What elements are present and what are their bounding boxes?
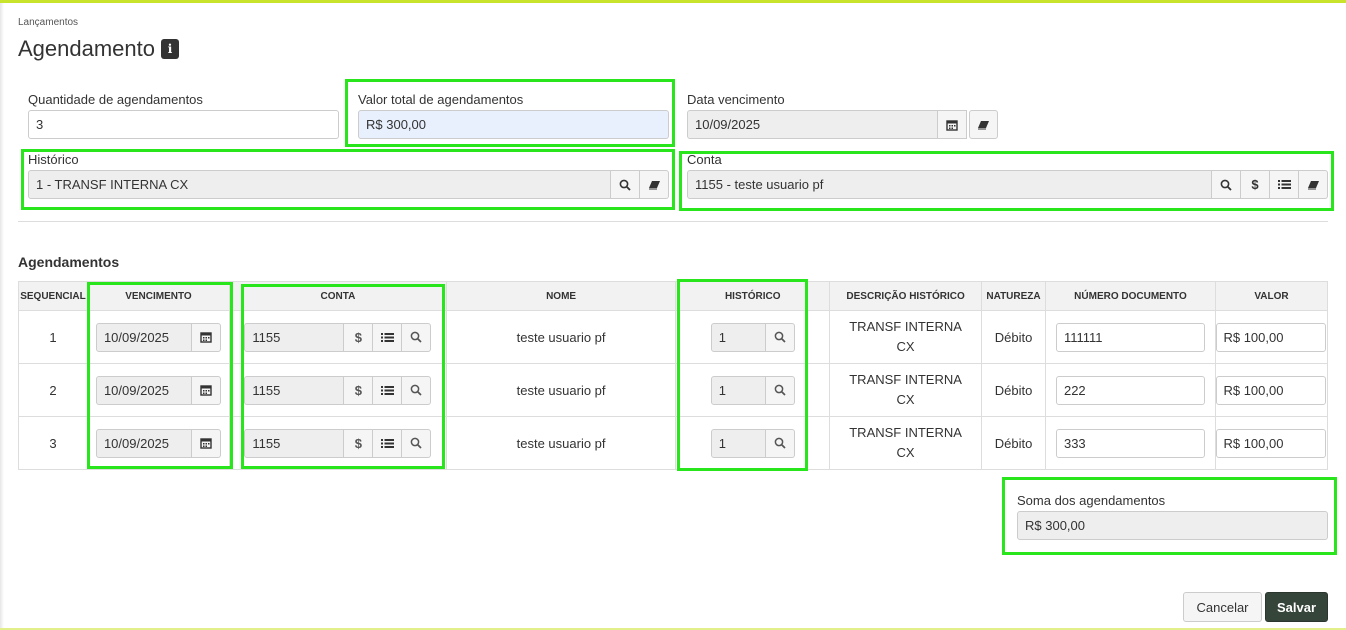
cell-nome: teste usuario pf xyxy=(445,363,677,417)
highlight-box-conta xyxy=(679,151,1334,211)
cell-nome: teste usuario pf xyxy=(445,310,677,364)
cell-sequencial: 3 xyxy=(18,416,88,470)
info-icon[interactable]: i xyxy=(161,39,179,59)
valor-input[interactable]: R$ 100,00 xyxy=(1216,375,1327,405)
highlight-box-historico-col xyxy=(677,279,808,471)
cell-sequencial: 1 xyxy=(18,310,88,364)
cell-natureza: Débito xyxy=(981,310,1046,364)
cell-descricao-historico: TRANSF INTERNA CX xyxy=(849,319,962,354)
col-header-descricao-historico[interactable]: DESCRIÇÃO HISTÓRICO xyxy=(829,281,983,311)
highlight-box-valor-total xyxy=(345,79,675,147)
quantidade-input[interactable]: 3 xyxy=(28,110,339,139)
cancel-button[interactable]: Cancelar xyxy=(1183,592,1262,622)
numero-documento-input[interactable]: 111111 xyxy=(1055,322,1205,352)
cell-descricao-historico: TRANSF INTERNA CX xyxy=(849,425,962,460)
valor-input[interactable]: R$ 100,00 xyxy=(1216,428,1327,458)
eraser-icon[interactable] xyxy=(969,110,998,139)
cell-descricao-historico: TRANSF INTERNA CX xyxy=(849,372,962,407)
highlight-box-soma xyxy=(1002,477,1337,555)
valor-input[interactable]: R$ 100,00 xyxy=(1216,322,1327,352)
highlight-box-conta-col xyxy=(241,284,445,469)
cell-nome: teste usuario pf xyxy=(445,416,677,470)
highlight-box-historico xyxy=(21,149,675,210)
data-vencimento-input[interactable]: 10/09/2025 xyxy=(687,110,938,139)
save-button[interactable]: Salvar xyxy=(1265,592,1328,622)
left-shade xyxy=(0,3,4,630)
numero-documento-input[interactable]: 333 xyxy=(1055,428,1205,458)
data-vencimento-label: Data vencimento xyxy=(687,92,785,107)
quantidade-field: Quantidade de agendamentos 3 xyxy=(28,92,339,139)
cell-natureza: Débito xyxy=(981,416,1046,470)
quantidade-label: Quantidade de agendamentos xyxy=(28,92,203,107)
page-title-text: Agendamento xyxy=(18,36,155,61)
col-header-valor[interactable]: VALOR xyxy=(1214,281,1329,311)
top-accent-bar xyxy=(0,0,1346,3)
cell-sequencial: 2 xyxy=(18,363,88,417)
section-title-agendamentos: Agendamentos xyxy=(18,254,120,270)
data-vencimento-field: Data vencimento 10/09/2025 xyxy=(687,92,998,139)
cell-natureza: Débito xyxy=(981,363,1046,417)
numero-documento-input[interactable]: 222 xyxy=(1055,375,1205,405)
col-header-nome[interactable]: NOME xyxy=(445,281,677,311)
breadcrumb[interactable]: Lançamentos xyxy=(18,17,78,28)
col-header-sequencial[interactable]: SEQUENCIAL xyxy=(18,281,88,311)
highlight-box-vencimento-col xyxy=(87,282,233,469)
page-title: Agendamento i xyxy=(18,36,179,62)
section-divider xyxy=(18,221,1328,222)
calendar-icon[interactable] xyxy=(938,110,967,139)
col-header-numero-documento[interactable]: NÚMERO DOCUMENTO xyxy=(1045,281,1216,311)
col-header-natureza[interactable]: NATUREZA xyxy=(981,281,1046,311)
